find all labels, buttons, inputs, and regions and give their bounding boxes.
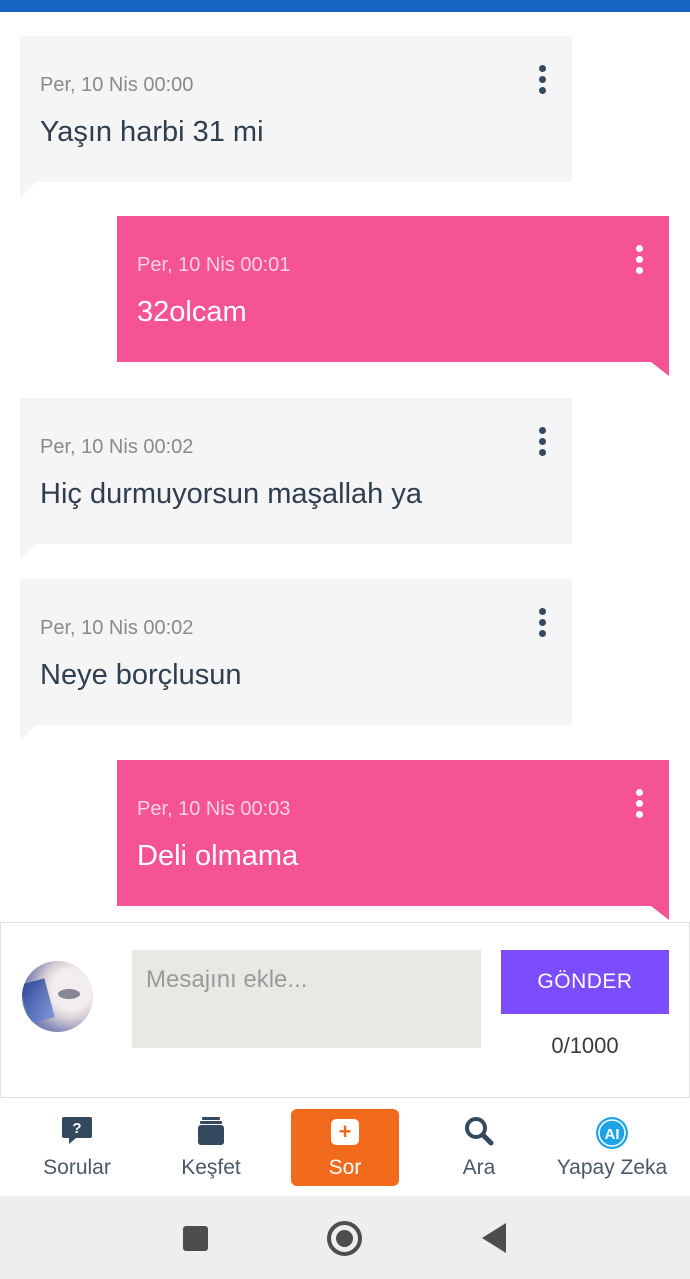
nav-kesfet[interactable]: Keşfet <box>156 1098 266 1196</box>
message-text: 32olcam <box>137 296 247 328</box>
bubble-tail <box>651 362 669 376</box>
message-text: Deli olmama <box>137 840 299 872</box>
message-text: Yaşın harbi 31 mi <box>40 116 264 148</box>
message-text: Neye borçlusun <box>40 659 242 691</box>
more-options-icon[interactable] <box>633 787 645 821</box>
nav-label: Keşfet <box>181 1156 241 1179</box>
avatar[interactable] <box>22 961 93 1032</box>
nav-label: Sorular <box>43 1156 111 1179</box>
message-bubble <box>117 216 669 362</box>
message-bubble <box>20 398 572 544</box>
bubble-tail <box>20 182 36 198</box>
message-timestamp: Per, 10 Nis 00:01 <box>137 254 291 276</box>
message-outgoing: Per, 10 Nis 00:01 32olcam <box>117 216 669 376</box>
top-app-bar <box>0 0 690 12</box>
message-bubble <box>20 36 572 182</box>
message-text: Hiç durmuyorsun maşallah ya <box>40 478 422 510</box>
message-timestamp: Per, 10 Nis 00:02 <box>40 436 194 458</box>
nav-ara[interactable]: Ara <box>424 1098 534 1196</box>
message-input[interactable] <box>132 950 481 1048</box>
message-composer: GÖNDER 0/1000 <box>0 922 690 1098</box>
message-timestamp: Per, 10 Nis 00:03 <box>137 798 291 820</box>
recent-apps-icon[interactable] <box>183 1226 208 1251</box>
message-incoming: Per, 10 Nis 00:02 Neye borçlusun <box>20 579 572 741</box>
bubble-tail <box>20 544 36 560</box>
message-bubble <box>117 760 669 906</box>
message-bubble <box>20 579 572 725</box>
plus-icon: + <box>331 1119 359 1145</box>
more-options-icon[interactable] <box>633 243 645 277</box>
nav-label: Ara <box>462 1156 496 1179</box>
message-outgoing: Per, 10 Nis 00:03 Deli olmama <box>117 760 669 920</box>
nav-label: Sor <box>328 1156 362 1179</box>
stack-icon <box>198 1117 224 1145</box>
bottom-navigation: ? Sorular Keşfet + Sor Ara AI Yapay Zeka <box>0 1098 690 1196</box>
system-navigation-bar <box>0 1196 690 1279</box>
send-button[interactable]: GÖNDER <box>501 950 669 1014</box>
message-timestamp: Per, 10 Nis 00:00 <box>40 74 194 96</box>
nav-sorular[interactable]: ? Sorular <box>22 1098 132 1196</box>
svg-text:AI: AI <box>605 1126 620 1143</box>
message-timestamp: Per, 10 Nis 00:02 <box>40 617 194 639</box>
character-counter: 0/1000 <box>551 1033 619 1058</box>
more-options-icon[interactable] <box>536 425 548 459</box>
message-incoming: Per, 10 Nis 00:00 Yaşın harbi 31 mi <box>20 36 572 198</box>
question-bubble-icon: ? <box>62 1117 92 1144</box>
message-incoming: Per, 10 Nis 00:02 Hiç durmuyorsun maşall… <box>20 398 572 560</box>
back-icon[interactable] <box>482 1223 506 1253</box>
more-options-icon[interactable] <box>536 606 548 640</box>
bubble-tail <box>651 906 669 920</box>
more-options-icon[interactable] <box>536 63 548 97</box>
ai-icon: AI <box>596 1117 628 1149</box>
svg-text:?: ? <box>72 1120 81 1137</box>
search-icon <box>465 1117 494 1146</box>
nav-sor-button[interactable]: + Sor <box>291 1109 399 1186</box>
nav-yapay-zeka[interactable]: AI Yapay Zeka <box>552 1098 672 1196</box>
bubble-tail <box>20 725 36 741</box>
nav-label: Yapay Zeka <box>556 1156 668 1179</box>
home-icon[interactable] <box>327 1221 362 1256</box>
